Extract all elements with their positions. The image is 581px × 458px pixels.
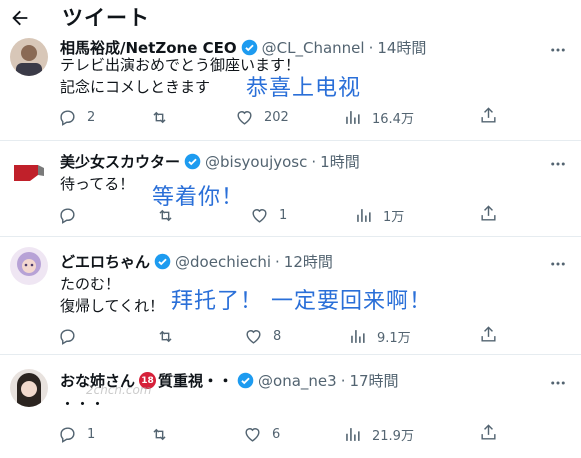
retweet-icon — [159, 209, 172, 221]
avatar[interactable] — [10, 369, 48, 407]
heart-icon — [237, 110, 252, 125]
tweet-text-line: 記念にコメしときます — [60, 78, 211, 96]
views-button[interactable]: 1万 — [354, 204, 404, 226]
analytics-icon — [346, 110, 360, 124]
verified-badge-icon — [154, 253, 171, 270]
reply-button[interactable] — [58, 204, 87, 226]
display-name[interactable]: どエロちゃん — [60, 251, 150, 272]
like-button[interactable]: 6 — [243, 423, 280, 445]
separator-dot: · — [311, 152, 317, 171]
separator-dot: · — [340, 371, 346, 390]
separator-dot: · — [368, 38, 374, 57]
retweet-icon — [153, 111, 166, 123]
more-options-icon[interactable] — [549, 41, 567, 59]
share-button[interactable] — [479, 423, 498, 446]
analytics-icon — [346, 427, 360, 441]
tweet-time[interactable]: 1時間 — [320, 151, 360, 172]
retweet-button[interactable] — [150, 423, 179, 445]
heart-icon — [252, 208, 267, 223]
share-icon — [481, 205, 496, 221]
retweet-button[interactable] — [150, 106, 179, 128]
reply-count: 2 — [87, 109, 96, 125]
top-bar: ツイート — [0, 0, 581, 36]
reply-button[interactable]: 1 — [58, 423, 95, 445]
share-button[interactable] — [479, 325, 498, 348]
like-button[interactable]: 8 — [244, 325, 281, 347]
display-name[interactable]: 美少女スカウター — [60, 151, 180, 172]
verified-badge-icon — [237, 372, 254, 389]
retweet-icon — [159, 330, 172, 342]
watermark: 2chcn.com — [86, 383, 152, 397]
view-count: 1万 — [383, 209, 405, 225]
reply-icon — [60, 109, 75, 126]
back-arrow-icon[interactable] — [8, 6, 32, 30]
share-icon — [481, 326, 496, 342]
tweet-time[interactable]: 17時間 — [349, 370, 398, 391]
tweet[interactable]: どエロちゃん @doechiechi · 12時間 たのむ！ 復帰してくれ！ 拜… — [0, 237, 581, 355]
user-handle[interactable]: @bisyoujyosc — [205, 153, 307, 171]
more-options-icon[interactable] — [549, 255, 567, 273]
reply-icon — [60, 328, 75, 345]
avatar[interactable] — [10, 247, 48, 285]
retweet-button[interactable] — [156, 204, 185, 226]
tweet[interactable]: おな姉さん 18 質重視・・ @ona_ne3 · 17時間 ・・・ 1 6 2… — [0, 355, 581, 458]
heart-icon — [246, 329, 261, 344]
view-count: 16.4万 — [372, 111, 414, 127]
display-name-suffix[interactable]: 質重視・・ — [158, 370, 233, 391]
translation-overlay: 恭喜上电视 — [246, 76, 362, 101]
views-button[interactable]: 16.4万 — [343, 106, 414, 128]
more-options-icon[interactable] — [549, 155, 567, 173]
tweet-time[interactable]: 14時間 — [377, 37, 426, 58]
reply-icon — [60, 426, 75, 443]
reply-button[interactable]: 2 — [58, 106, 95, 128]
reply-count: 1 — [87, 426, 96, 442]
analytics-icon — [351, 329, 365, 343]
share-icon — [481, 424, 496, 440]
analytics-icon — [357, 208, 371, 222]
translation-overlay: 拜托了！ 一定要回来啊！ — [171, 289, 432, 314]
retweet-button[interactable] — [156, 325, 185, 347]
page-title: ツイート — [62, 6, 150, 30]
like-count: 6 — [272, 426, 281, 442]
tweet-time[interactable]: 12時間 — [284, 251, 333, 272]
verified-badge-icon — [184, 153, 201, 170]
avatar[interactable] — [10, 151, 48, 189]
tweet-text-line: 復帰してくれ！ — [60, 297, 165, 315]
views-button[interactable]: 21.9万 — [343, 423, 414, 445]
like-button[interactable]: 202 — [235, 106, 289, 128]
tweet-text-line: 待ってる！ — [60, 175, 135, 193]
heart-icon — [245, 427, 260, 442]
share-button[interactable] — [479, 204, 498, 227]
view-count: 9.1万 — [377, 330, 411, 346]
tweet[interactable]: 美少女スカウター @bisyoujyosc · 1時間 待ってる！ 等着你！ 1… — [0, 141, 581, 237]
more-options-icon[interactable] — [549, 374, 567, 392]
like-button[interactable]: 1 — [250, 204, 287, 226]
reply-button[interactable] — [58, 325, 87, 347]
view-count: 21.9万 — [372, 428, 414, 444]
views-button[interactable]: 9.1万 — [348, 325, 411, 347]
separator-dot: · — [275, 252, 280, 271]
user-handle[interactable]: @doechiechi — [175, 253, 271, 271]
reply-icon — [60, 207, 75, 224]
tweet-text-line: たのむ！ — [60, 275, 121, 293]
like-count: 8 — [273, 328, 282, 344]
share-button[interactable] — [479, 106, 498, 129]
user-handle[interactable]: @ona_ne3 — [258, 372, 337, 390]
like-count: 1 — [279, 207, 288, 223]
retweet-icon — [153, 428, 166, 440]
share-icon — [481, 107, 496, 123]
avatar[interactable] — [10, 38, 48, 76]
like-count: 202 — [264, 109, 289, 125]
